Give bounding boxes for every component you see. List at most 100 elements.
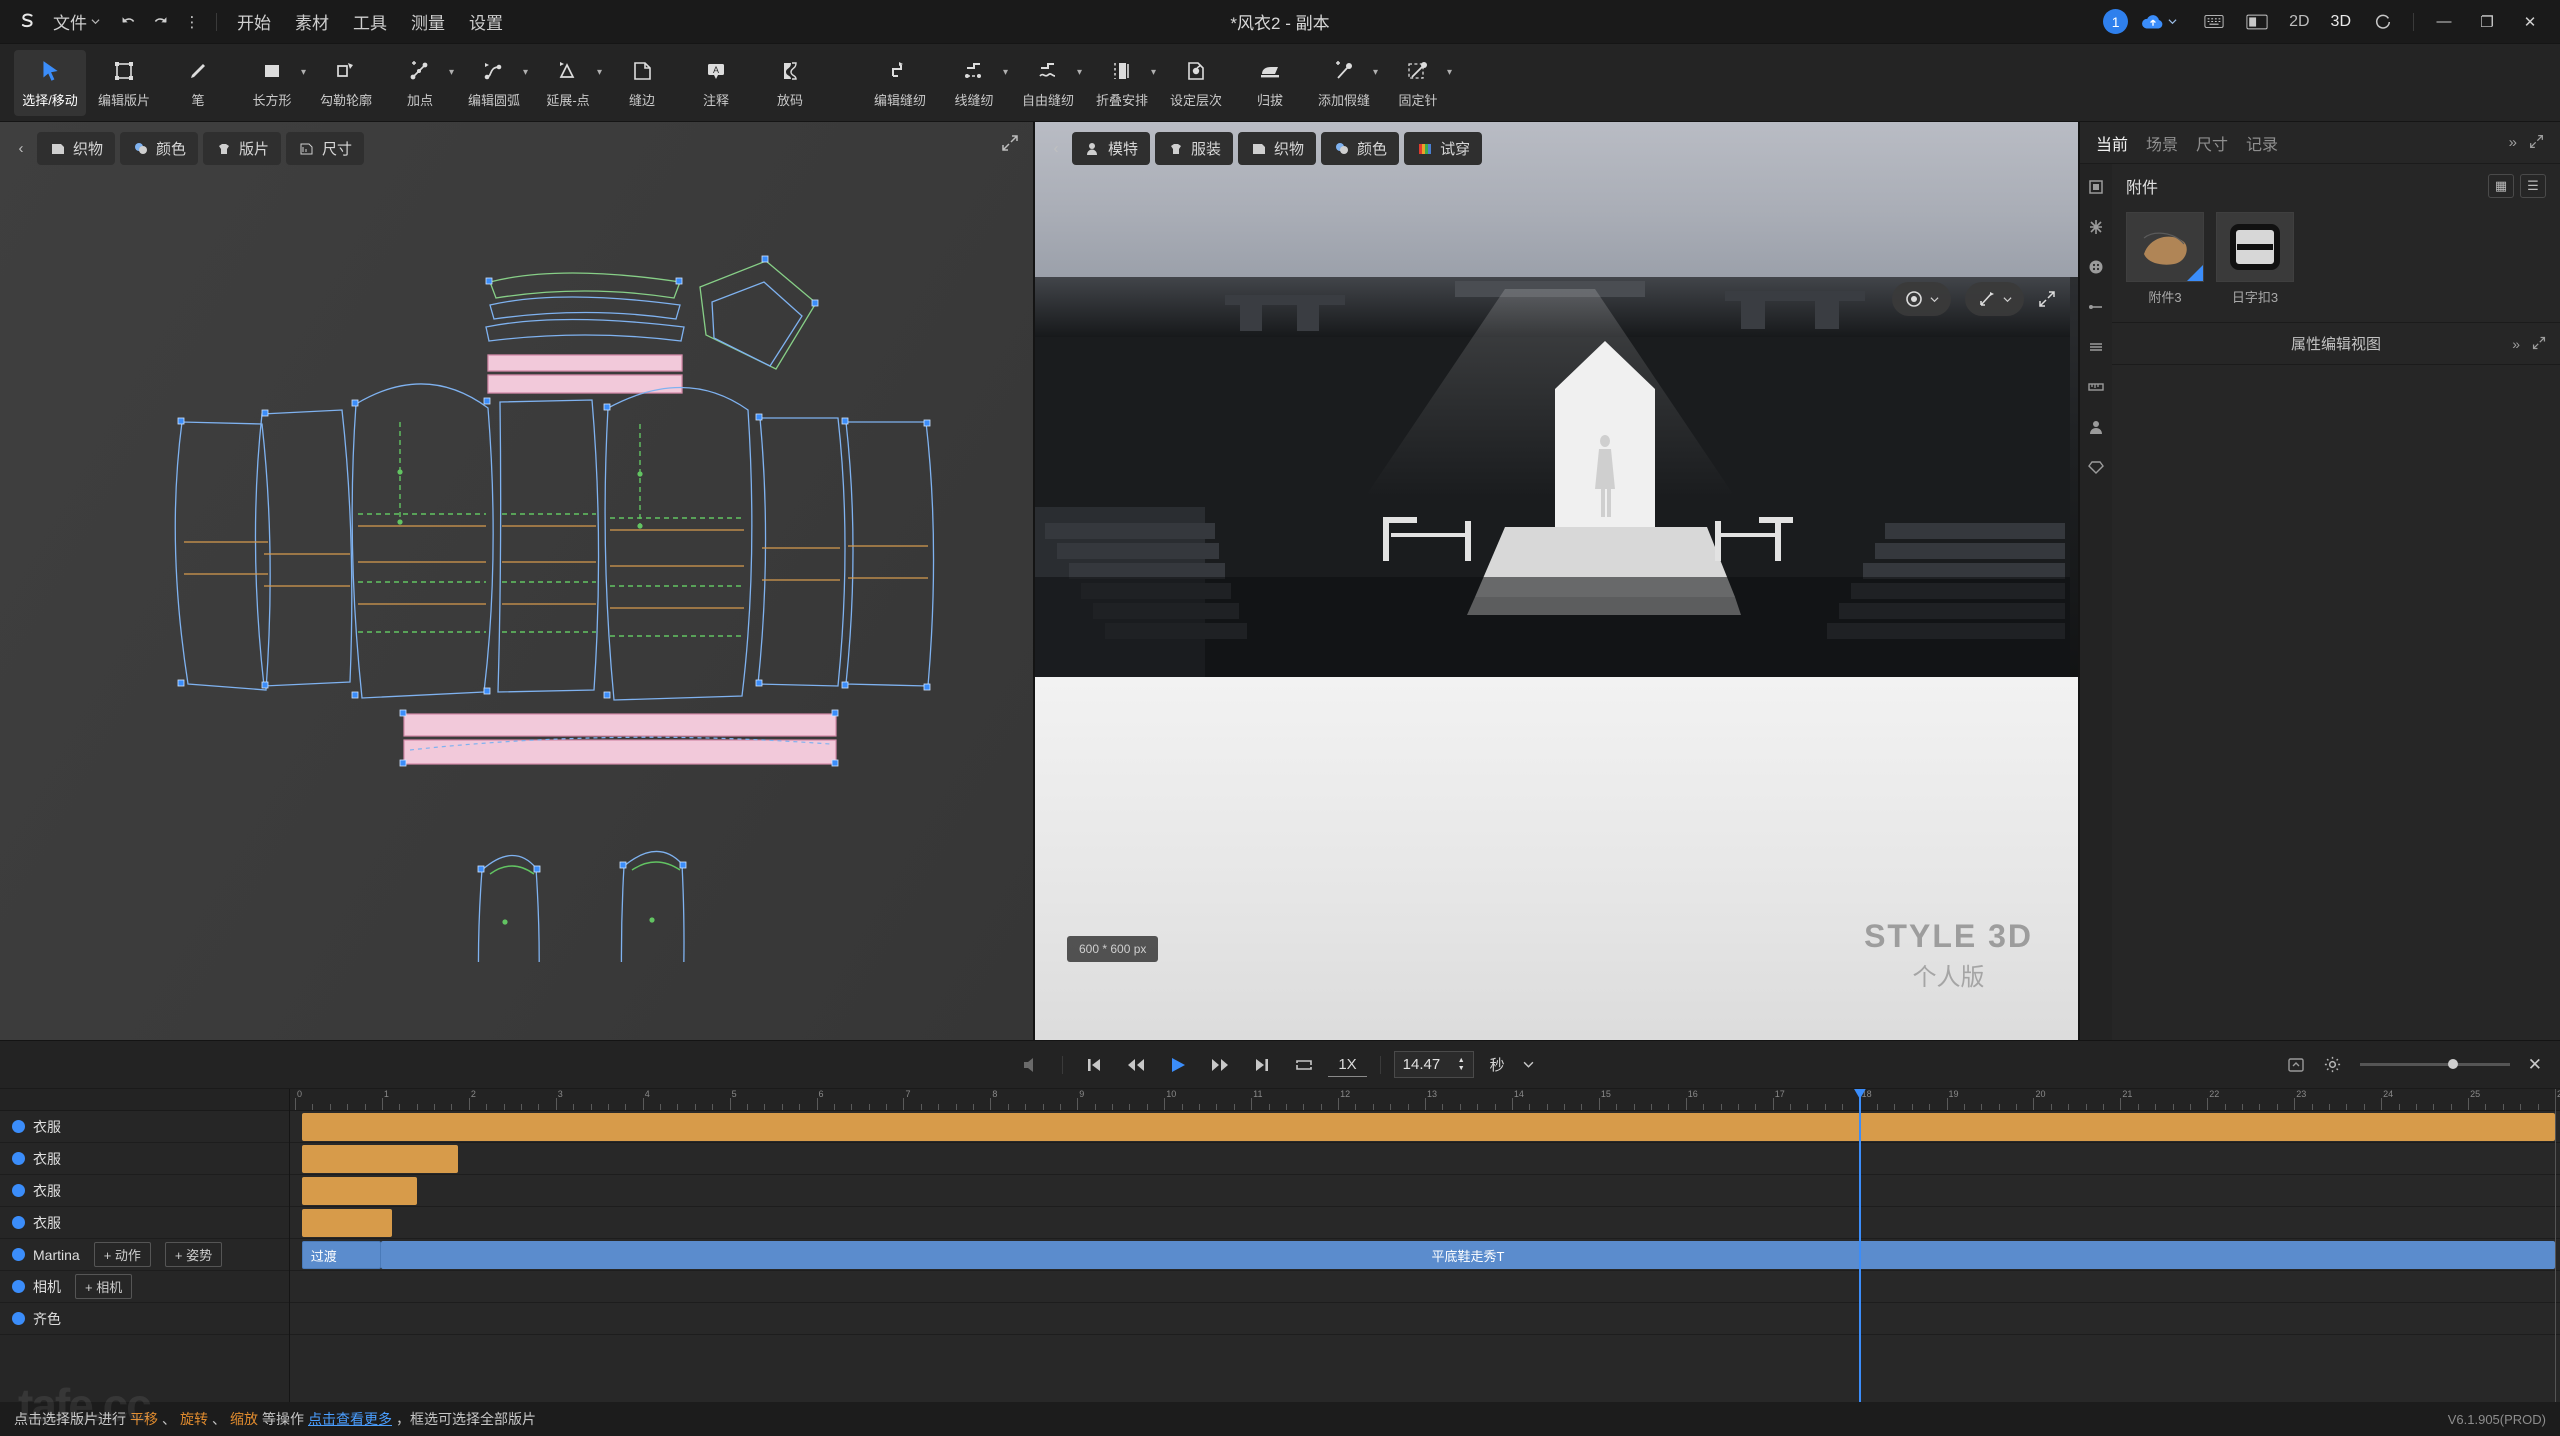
snowflake-icon[interactable] (2085, 216, 2107, 238)
track-lanes[interactable]: 0 1 2 3 4 5 6 7 8 9 10 11 12 13 14 15 16 17 18 19 20 21 22 23 24… (290, 1089, 2560, 1402)
grid-view-icon[interactable]: ▦ (2488, 174, 2514, 198)
tool-add-point[interactable]: 加点 ▾ (384, 50, 456, 116)
gem-icon[interactable] (2085, 456, 2107, 478)
gizmo-button[interactable] (1965, 282, 2024, 316)
skip-end-icon[interactable] (1244, 1047, 1280, 1083)
tool-edit-arc[interactable]: 编辑圆弧 ▾ (458, 50, 530, 116)
time-unit-dropdown[interactable] (1511, 1047, 1547, 1083)
tab-color-2d[interactable]: 颜色 (120, 132, 199, 165)
tab-record[interactable]: 记录 (2246, 131, 2278, 155)
accessory-item-1[interactable]: 日字扣3 (2216, 212, 2294, 306)
tab-avatar-3d[interactable]: 模特 (1072, 132, 1151, 165)
time-stepper[interactable]: ▲ ▼ (1458, 1057, 1465, 1072)
tab-size[interactable]: 尺寸 (2196, 131, 2228, 155)
add-pose-button[interactable]: + 姿势 (164, 1242, 223, 1267)
tool-iron[interactable]: 归拔 (1234, 50, 1306, 116)
add-motion-button[interactable]: + 动作 (93, 1242, 151, 1267)
menu-file[interactable]: 文件 (42, 4, 111, 39)
tool-pin[interactable]: 固定针 ▾ (1382, 50, 1454, 116)
layers-icon[interactable] (2085, 336, 2107, 358)
tab-fabric-2d[interactable]: 织物 (37, 132, 116, 165)
accessory-thumb[interactable] (2126, 212, 2204, 282)
line-icon[interactable] (2085, 296, 2107, 318)
timeline-clip[interactable] (301, 1209, 393, 1237)
status-link[interactable]: 点击查看更多 (308, 1409, 392, 1429)
playback-speed[interactable]: 1X (1328, 1053, 1367, 1077)
view-2d-button[interactable]: 2D (2280, 9, 2318, 35)
list-view-icon[interactable]: ☰ (2520, 174, 2546, 198)
tab-garment-3d[interactable]: 服装 (1155, 132, 1234, 165)
track-dot[interactable] (12, 1248, 25, 1261)
expand-properties-icon[interactable] (2532, 336, 2546, 352)
tab-size-2d[interactable]: 尺寸 (286, 132, 365, 165)
loop-icon[interactable] (1286, 1047, 1322, 1083)
refresh-icon[interactable] (2363, 2, 2403, 42)
chevron-down-icon[interactable]: ▾ (449, 67, 454, 78)
collapse-left-icon[interactable]: ‹ (10, 134, 32, 164)
menu-measure[interactable]: 测量 (400, 4, 456, 39)
tool-extend-point[interactable]: 延展-点 ▾ (532, 50, 604, 116)
pattern-canvas[interactable] (0, 122, 1033, 1040)
buckle-thumb[interactable] (2216, 212, 2294, 282)
tab-color-3d[interactable]: 颜色 (1321, 132, 1400, 165)
view-3d-button[interactable]: 3D (2322, 9, 2360, 35)
accessory-item-0[interactable]: 附件3 (2126, 212, 2204, 306)
track-lane[interactable]: 过渡 平底鞋走秀T (290, 1239, 2560, 1271)
chevron-down-icon[interactable]: ▾ (1003, 67, 1008, 78)
undo-icon[interactable] (113, 7, 143, 37)
track-dot[interactable] (12, 1280, 25, 1293)
tape-icon[interactable] (2085, 376, 2107, 398)
step-forward-icon[interactable] (1202, 1047, 1238, 1083)
chevron-down-icon[interactable]: ▾ (523, 67, 528, 78)
zoom-slider[interactable] (2359, 1059, 2510, 1069)
track-row-5[interactable]: 相机 + 相机 (0, 1271, 289, 1303)
tool-rectangle[interactable]: 长方形 ▾ (236, 50, 308, 116)
tab-fitting-3d[interactable]: 试穿 (1404, 132, 1483, 165)
track-lane[interactable] (290, 1271, 2560, 1303)
track-lane[interactable] (290, 1175, 2560, 1207)
track-row-0[interactable]: 衣服 (0, 1111, 289, 1143)
zoom-slider-knob[interactable] (2447, 1059, 2458, 1069)
chevron-down-icon[interactable]: ▾ (597, 67, 602, 78)
expand-2d-icon[interactable] (1001, 134, 1019, 152)
notification-badge[interactable]: 1 (2103, 9, 2129, 34)
tool-pen[interactable]: 笔 (162, 50, 234, 116)
tab-pattern-2d[interactable]: 版片 (203, 132, 282, 165)
more-options-icon[interactable]: ⋮ (177, 7, 207, 37)
playhead[interactable] (1852, 1089, 1867, 1402)
menu-start[interactable]: 开始 (226, 4, 282, 39)
record-icon[interactable] (1013, 1047, 1049, 1083)
track-dot[interactable] (12, 1312, 25, 1325)
collapse-panel-icon[interactable]: » (2509, 134, 2517, 151)
track-dot[interactable] (12, 1120, 25, 1133)
play-button[interactable] (1160, 1047, 1196, 1083)
timeline-clip[interactable] (301, 1113, 2555, 1141)
step-back-icon[interactable] (1118, 1047, 1154, 1083)
tool-seam[interactable]: 缝边 (606, 50, 678, 116)
tool-edit-pattern[interactable]: 编辑版片 (88, 50, 160, 116)
timeline-clip[interactable] (301, 1177, 418, 1205)
expand-3d-icon[interactable] (2038, 290, 2056, 308)
timeline-ruler[interactable]: 0 1 2 3 4 5 6 7 8 9 10 11 12 13 14 15 16 17 18 19 20 21 22 23 24… (290, 1089, 2560, 1111)
expand-panel-icon[interactable] (2529, 134, 2544, 151)
menu-materials[interactable]: 素材 (284, 4, 340, 39)
close-button[interactable]: ✕ (2510, 2, 2550, 42)
minimize-button[interactable]: — (2424, 2, 2464, 42)
end-marker[interactable] (2555, 1089, 2556, 1402)
tool-fold-arrange[interactable]: 折叠安排 ▾ (1086, 50, 1158, 116)
tool-free-sewing[interactable]: 自由缝纫 ▾ (1012, 50, 1084, 116)
track-row-1[interactable]: 衣服 (0, 1143, 289, 1175)
chevron-down-icon[interactable]: ▾ (1151, 67, 1156, 78)
pattern-2d-viewport[interactable]: ‹ 织物 颜色 版片 尺寸 (0, 122, 1035, 1040)
tool-add-basting[interactable]: 添加假缝 ▾ (1308, 50, 1380, 116)
track-lane[interactable] (290, 1143, 2560, 1175)
chevron-down-icon[interactable]: ▾ (1373, 67, 1378, 78)
current-time-field[interactable]: 14.47 ▲ ▼ (1393, 1051, 1474, 1078)
menu-tools[interactable]: 工具 (342, 4, 398, 39)
track-lane[interactable] (290, 1303, 2560, 1335)
tool-outline[interactable]: 勾勒轮廓 (310, 50, 382, 116)
tool-grading[interactable]: 放码 (754, 50, 826, 116)
chevron-down-icon[interactable]: ▾ (1077, 67, 1082, 78)
object-icon[interactable] (2085, 176, 2107, 198)
menu-settings[interactable]: 设置 (458, 4, 514, 39)
